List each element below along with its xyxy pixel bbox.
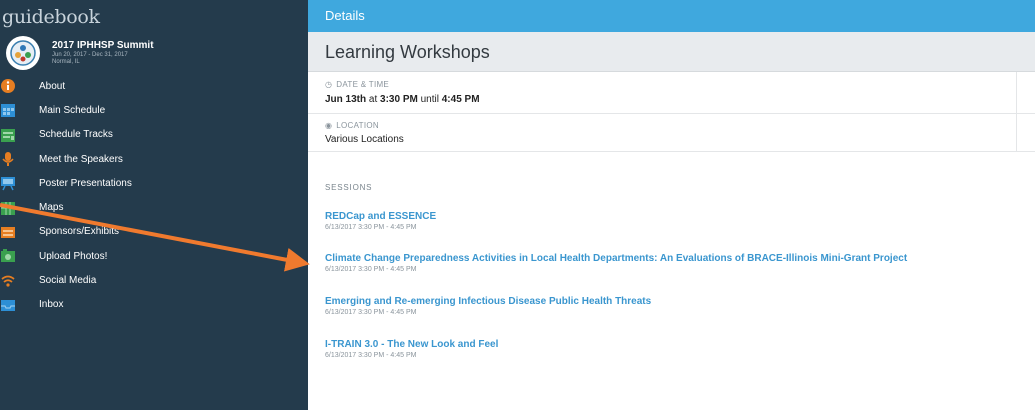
session-title-link[interactable]: REDCap and ESSENCE [325, 211, 1015, 223]
until-word: until [420, 94, 439, 105]
inbox-icon [0, 297, 18, 313]
event-header[interactable]: 2017 IPHHSP Summit Jun 20, 2017 - Dec 31… [0, 34, 308, 72]
start-time: 3:30 PM [380, 94, 418, 105]
session-item[interactable]: Climate Change Preparedness Activities i… [308, 253, 1035, 274]
calendar-icon [0, 102, 18, 118]
sidebar-item-label: Main Schedule [39, 104, 106, 116]
sidebar-nav: About Main Schedule Schedule Tracks Meet… [0, 74, 308, 317]
sidebar-item-about[interactable]: About [0, 74, 308, 98]
event-logo [6, 36, 40, 70]
sidebar-item-label: Social Media [39, 275, 97, 287]
sidebar-item-label: Schedule Tracks [39, 129, 113, 141]
session-time: 6/13/2017 3:30 PM - 4:45 PM [325, 266, 417, 273]
tracks-icon [0, 127, 18, 143]
sidebar: guidebook 2017 IPHHSP Summit Jun 20, 201… [0, 0, 308, 410]
map-pin-icon: ◉ [325, 121, 333, 130]
page-title: Learning Workshops [308, 32, 1035, 72]
location-heading: ◉ LOCATION [325, 121, 1035, 130]
sidebar-item-label: Meet the Speakers [39, 153, 123, 165]
session-item[interactable]: REDCap and ESSENCE 6/13/2017 3:30 PM - 4… [308, 211, 1035, 232]
poster-icon [0, 175, 18, 191]
clock-icon: ◷ [325, 80, 333, 89]
sponsors-icon [0, 224, 18, 240]
sidebar-item-poster-presentations[interactable]: Poster Presentations [0, 171, 308, 195]
location-label: LOCATION [336, 121, 379, 130]
datetime-section: ◷ DATE & TIME Jun 13th at 3:30 PM until 4… [308, 72, 1035, 114]
location-value: Various Locations [325, 134, 404, 145]
event-dates: Jun 20, 2017 - Dec 31, 2017 [52, 52, 128, 58]
at-word: at [368, 94, 378, 105]
event-location: Normal, IL [52, 59, 80, 65]
sidebar-item-upload-photos[interactable]: Upload Photos! [0, 244, 308, 268]
location-section: ◉ LOCATION Various Locations [308, 114, 1035, 152]
map-icon [0, 200, 18, 216]
photo-icon [0, 248, 18, 264]
session-title-link[interactable]: Emerging and Re-emerging Infectious Dise… [325, 296, 1015, 308]
session-item[interactable]: Emerging and Re-emerging Infectious Dise… [308, 296, 1035, 317]
sidebar-item-label: Maps [39, 202, 64, 214]
end-time: 4:45 PM [441, 94, 480, 105]
sessions-heading: SESSIONS [325, 183, 373, 192]
session-time: 6/13/2017 3:30 PM - 4:45 PM [325, 309, 417, 316]
info-icon [0, 78, 18, 94]
sidebar-item-label: Poster Presentations [39, 177, 132, 189]
sidebar-item-label: Inbox [39, 299, 64, 311]
session-item[interactable]: I-TRAIN 3.0 - The New Look and Feel 6/13… [308, 339, 1035, 360]
date-value: Jun 13th [325, 94, 367, 105]
sidebar-item-label: About [39, 80, 66, 92]
session-time: 6/13/2017 3:30 PM - 4:45 PM [325, 352, 417, 359]
sidebar-item-social-media[interactable]: Social Media [0, 268, 308, 292]
details-header: Details [308, 0, 1035, 32]
event-title: 2017 IPHHSP Summit [52, 40, 154, 51]
sidebar-item-main-schedule[interactable]: Main Schedule [0, 98, 308, 122]
event-info: 2017 IPHHSP Summit Jun 20, 2017 - Dec 31… [52, 40, 154, 66]
datetime-label: DATE & TIME [336, 80, 390, 89]
session-time: 6/13/2017 3:30 PM - 4:45 PM [325, 224, 417, 231]
sidebar-item-schedule-tracks[interactable]: Schedule Tracks [0, 123, 308, 147]
sidebar-item-maps[interactable]: Maps [0, 195, 308, 219]
speaker-icon [0, 151, 18, 167]
session-title-link[interactable]: Climate Change Preparedness Activities i… [325, 253, 1015, 265]
datetime-heading: ◷ DATE & TIME [325, 80, 1035, 89]
datetime-value: Jun 13th at 3:30 PM until 4:45 PM [325, 94, 1035, 105]
wifi-icon [0, 273, 18, 289]
sidebar-item-sponsors-exhibits[interactable]: Sponsors/Exhibits [0, 220, 308, 244]
sidebar-item-meet-the-speakers[interactable]: Meet the Speakers [0, 147, 308, 171]
sidebar-item-label: Upload Photos! [39, 250, 108, 262]
sidebar-item-inbox[interactable]: Inbox [0, 293, 308, 317]
brand-logo[interactable]: guidebook [0, 0, 308, 34]
main-panel: Details Learning Workshops ◷ DATE & TIME … [308, 0, 1035, 410]
session-title-link[interactable]: I-TRAIN 3.0 - The New Look and Feel [325, 339, 1015, 351]
sidebar-item-label: Sponsors/Exhibits [39, 226, 120, 238]
